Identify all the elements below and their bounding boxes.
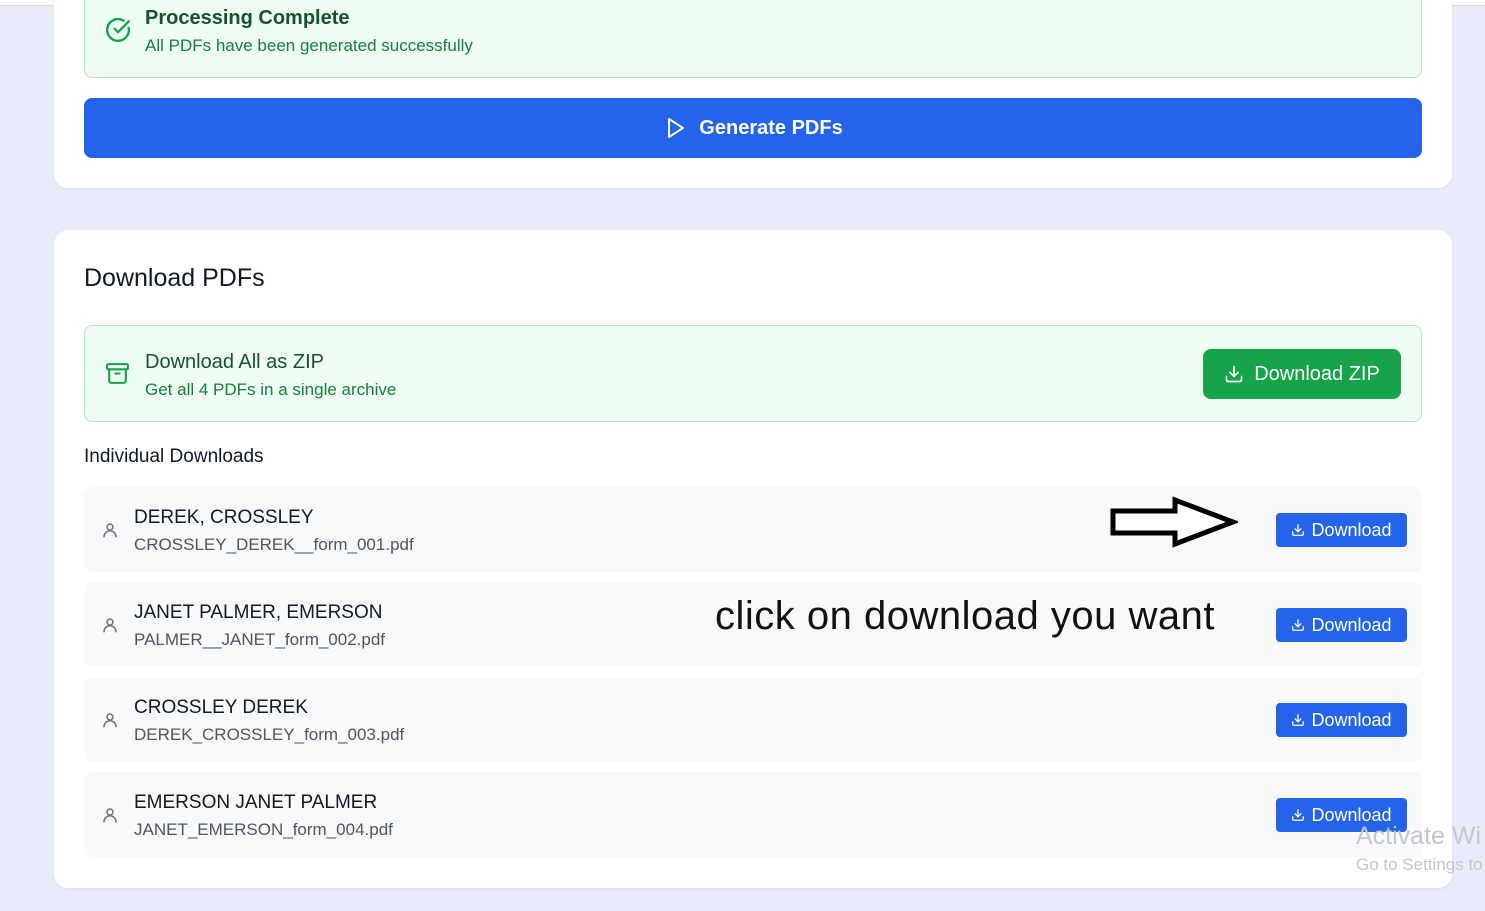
generate-pdfs-button[interactable]: Generate PDFs [84, 98, 1422, 158]
download-zip-label: Download ZIP [1254, 362, 1380, 385]
download-icon [1292, 619, 1305, 631]
download-button[interactable]: Download [1276, 513, 1407, 547]
download-section-title: Download PDFs [84, 264, 265, 292]
generate-pdfs-label: Generate PDFs [699, 116, 843, 139]
row-person-name: CROSSLEY DEREK [134, 697, 308, 718]
download-row: CROSSLEY DEREK DEREK_CROSSLEY_form_003.p… [84, 677, 1422, 762]
download-button[interactable]: Download [1276, 703, 1407, 737]
watermark-line-2: Go to Settings to [1356, 855, 1483, 874]
download-icon [1225, 365, 1243, 383]
processing-status-banner: Processing Complete All PDFs have been g… [84, 0, 1422, 78]
download-icon [1292, 809, 1305, 821]
zip-title: Download All as ZIP [145, 351, 324, 373]
activation-watermark: Activate Wi Go to Settings to [1356, 822, 1485, 882]
status-subtitle: All PDFs have been generated successfull… [145, 36, 473, 55]
user-icon [103, 618, 117, 633]
annotation-text: click on download you want [715, 594, 1215, 638]
download-icon [1292, 524, 1305, 536]
row-person-name: JANET PALMER, EMERSON [134, 602, 383, 623]
watermark-line-1: Activate Wi [1356, 822, 1482, 850]
arrow-right-icon [1110, 496, 1238, 548]
user-icon [103, 523, 117, 538]
row-file-name: CROSSLEY_DEREK__form_001.pdf [134, 535, 414, 554]
row-file-name: JANET_EMERSON_form_004.pdf [134, 820, 393, 839]
row-person-name: DEREK, CROSSLEY [134, 507, 314, 528]
download-button-label: Download [1311, 519, 1392, 540]
row-file-name: PALMER__JANET_form_002.pdf [134, 630, 386, 649]
row-file-name: DEREK_CROSSLEY_form_003.pdf [134, 725, 405, 744]
play-icon [668, 118, 685, 138]
download-button[interactable]: Download [1276, 608, 1407, 642]
zip-subtitle: Get all 4 PDFs in a single archive [145, 380, 397, 399]
user-icon [103, 808, 117, 823]
download-zip-banner: Download All as ZIP Get all 4 PDFs in a … [84, 325, 1422, 422]
archive-icon [106, 363, 129, 384]
row-person-name: EMERSON JANET PALMER [134, 792, 378, 813]
status-title: Processing Complete [145, 7, 350, 29]
check-circle-icon [106, 17, 131, 42]
download-row: EMERSON JANET PALMER JANET_EMERSON_form_… [84, 772, 1422, 857]
user-icon [103, 713, 117, 728]
download-button-label: Download [1311, 709, 1392, 730]
download-zip-button[interactable]: Download ZIP [1203, 349, 1401, 399]
download-button-label: Download [1311, 614, 1392, 635]
download-icon [1292, 714, 1305, 726]
individual-downloads-heading: Individual Downloads [84, 446, 264, 467]
